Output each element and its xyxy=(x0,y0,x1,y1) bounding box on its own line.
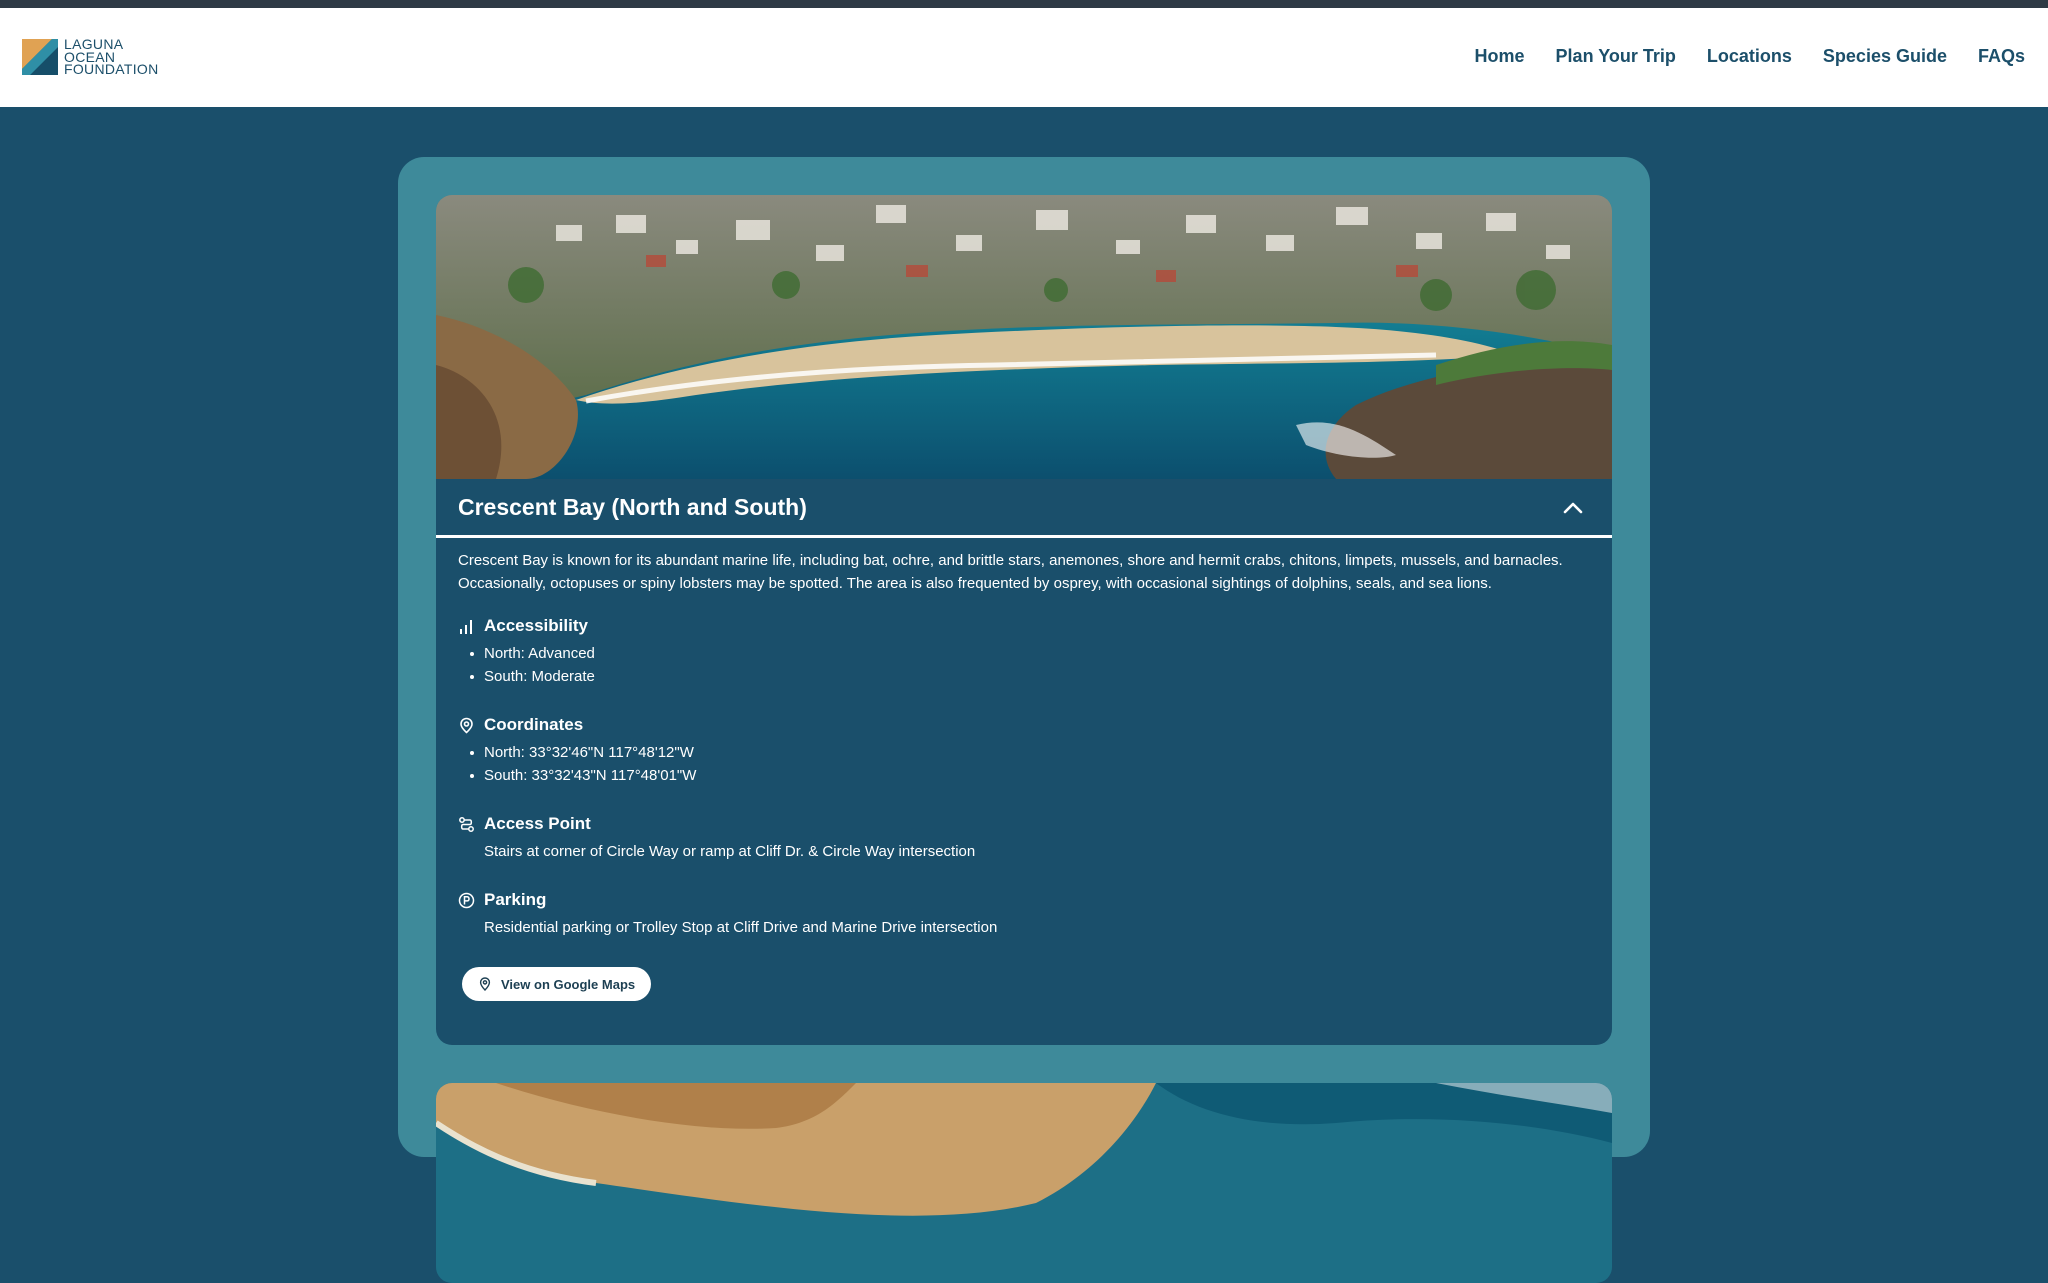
nav-locations[interactable]: Locations xyxy=(1707,46,1792,67)
next-location-card[interactable] xyxy=(436,1083,1612,1283)
logo-text: LAGUNA OCEAN FOUNDATION xyxy=(64,37,159,77)
locations-container: Crescent Bay (North and South) Crescent … xyxy=(398,157,1650,1283)
route-icon xyxy=(459,816,474,832)
location-card: Crescent Bay (North and South) Crescent … xyxy=(436,195,1612,1045)
accessibility-section: Accessibility North: Advanced South: Mod… xyxy=(458,614,595,688)
location-title: Crescent Bay (North and South) xyxy=(458,494,807,520)
view-on-google-maps-button[interactable]: View on Google Maps xyxy=(462,967,652,1001)
map-pin-icon xyxy=(479,977,491,991)
coordinates-title: Coordinates xyxy=(484,715,584,734)
coordinates-item: North: 33°32'46"N 117°48'12"W xyxy=(469,741,696,764)
signal-bars-icon xyxy=(460,619,472,634)
access-point-title: Access Point xyxy=(484,814,591,833)
coordinates-item: South: 33°32'43"N 117°48'01"W xyxy=(469,764,696,787)
parking-section: Parking Residential parking or Trolley S… xyxy=(458,888,997,939)
nav-species-guide[interactable]: Species Guide xyxy=(1823,46,1947,67)
map-pin-icon xyxy=(460,717,473,734)
location-photo xyxy=(436,195,1612,479)
access-point-section: Access Point Stairs at corner of Circle … xyxy=(458,812,975,863)
top-strip xyxy=(0,0,2048,8)
logo[interactable]: LAGUNA OCEAN FOUNDATION xyxy=(22,37,159,77)
accessibility-item: South: Moderate xyxy=(470,665,595,688)
next-location-photo xyxy=(436,1083,1612,1283)
nav-home[interactable]: Home xyxy=(1475,46,1525,67)
nav-plan-your-trip[interactable]: Plan Your Trip xyxy=(1556,46,1676,67)
accessibility-item: North: Advanced xyxy=(470,642,595,665)
chevron-up-icon[interactable] xyxy=(1562,499,1584,515)
parking-text: Residential parking or Trolley Stop at C… xyxy=(484,919,998,936)
location-description: Crescent Bay is known for its abundant m… xyxy=(458,552,1563,592)
parking-icon xyxy=(458,892,475,908)
access-point-text: Stairs at corner of Circle Way or ramp a… xyxy=(484,843,976,860)
accessibility-title: Accessibility xyxy=(484,616,588,635)
nav-faqs[interactable]: FAQs xyxy=(1978,46,2025,67)
parking-title: Parking xyxy=(484,890,547,909)
logo-mark-icon xyxy=(22,38,58,75)
main-nav: Home Plan Your Trip Locations Species Gu… xyxy=(1444,46,2025,67)
location-card-header[interactable]: Crescent Bay (North and South) xyxy=(436,479,1612,538)
view-on-google-maps-label: View on Google Maps xyxy=(501,976,636,992)
coordinates-section: Coordinates North: 33°32'46"N 117°48'12"… xyxy=(458,713,696,787)
logo-line-3: FOUNDATION xyxy=(64,61,159,77)
site-header: LAGUNA OCEAN FOUNDATION Home Plan Your T… xyxy=(0,8,2048,107)
